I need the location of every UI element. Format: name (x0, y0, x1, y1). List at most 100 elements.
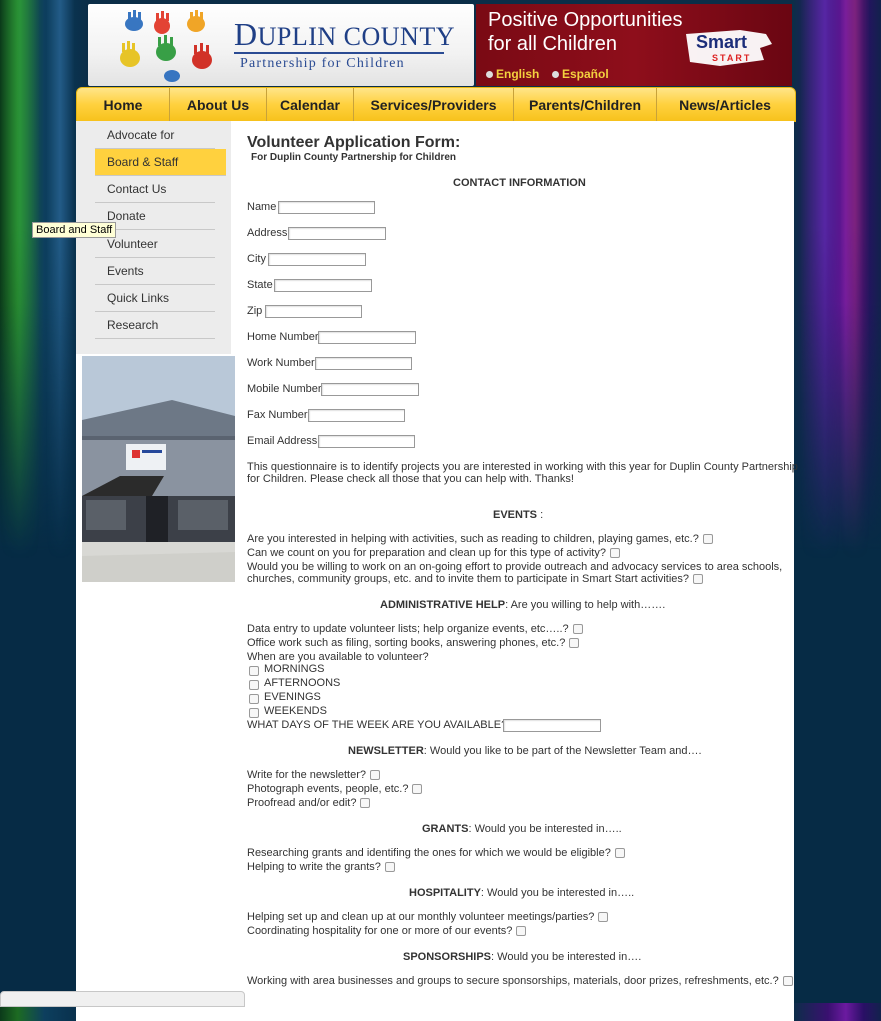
state-input[interactable] (274, 279, 372, 292)
newsletter-q2-checkbox[interactable] (412, 784, 423, 795)
lang-espanol-link[interactable]: Español (552, 67, 609, 81)
bullet-icon (486, 71, 493, 79)
email-input[interactable] (318, 435, 415, 448)
nav-parents-children[interactable]: Parents/Children (514, 88, 657, 121)
smart-word: Smart (696, 32, 747, 52)
afternoons-checkbox[interactable] (249, 680, 259, 690)
grants-q2-checkbox[interactable] (384, 862, 395, 873)
sidebar-item-label: Research (107, 318, 159, 332)
contact-heading: CONTACT INFORMATION (453, 177, 586, 189)
building-photo (82, 356, 235, 582)
sidebar-item-label: Events (107, 264, 144, 278)
hospitality-heading: HOSPITALITY (409, 887, 481, 899)
hospitality-heading-row: HOSPITALITY: Would you be interested in…… (409, 887, 634, 899)
logo-subtitle: Partnership for Children (240, 56, 405, 71)
weekends-label: WEEKENDS (264, 705, 327, 717)
sidebar-item-label: Contact Us (107, 182, 167, 196)
zip-label: Zip (247, 305, 263, 317)
form-title: Volunteer Application Form: (247, 134, 461, 151)
events-q1-row: Are you interested in helping with activ… (247, 533, 713, 545)
sidebar-item-research[interactable]: Research (95, 312, 215, 339)
admin-q1-row: Data entry to update volunteer lists; he… (247, 623, 583, 635)
hospitality-q2-row: Coordinating hospitality for one or more… (247, 925, 527, 937)
zip-input[interactable] (265, 305, 362, 318)
name-label: Name (247, 201, 277, 213)
admin-heading: ADMINISTRATIVE HELP (380, 599, 506, 611)
smart-start-logo-icon: Smart START (686, 30, 772, 66)
status-bar (0, 991, 245, 1007)
sidebar-item-events[interactable]: Events (95, 258, 215, 285)
events-q3-line-1: Would you be willing to work on an on-go… (247, 561, 783, 573)
nav-about-us[interactable]: About Us (170, 88, 267, 121)
main-nav: Home About Us Calendar Services/Provider… (76, 87, 796, 122)
nav-services-providers[interactable]: Services/Providers (354, 88, 514, 121)
events-heading: EVENTS (493, 509, 538, 521)
sidebar-item-advocate[interactable]: Advocate for Children (95, 122, 215, 168)
grants-q1-checkbox[interactable] (614, 848, 625, 859)
sponsorships-heading-row: SPONSORSHIPS: Would you be interested in… (403, 951, 641, 963)
home-number-input[interactable] (318, 331, 416, 344)
events-heading-row: EVENTS : (493, 509, 543, 521)
events-q3-label: churches, community groups, etc. and to … (247, 573, 690, 585)
logo-title-rest: UPLIN COUNTY (257, 22, 455, 51)
address-input[interactable] (288, 227, 386, 240)
newsletter-q2-row: Photograph events, people, etc.? (247, 783, 423, 795)
mornings-checkbox[interactable] (249, 666, 259, 676)
lang-english-link[interactable]: English (486, 67, 539, 81)
mobile-number-input[interactable] (321, 383, 419, 396)
newsletter-heading-suffix: : Would you like to be part of the Newsl… (423, 745, 702, 757)
fax-number-label: Fax Number (247, 409, 308, 421)
bullet-icon (552, 71, 559, 79)
city-input[interactable] (268, 253, 366, 266)
tagline-line-2: for all Children (488, 33, 617, 55)
days-input[interactable] (503, 719, 601, 732)
work-number-input[interactable] (315, 357, 412, 370)
sidebar-item-quick-links[interactable]: Quick Links (95, 285, 215, 312)
email-label: Email Address (247, 435, 318, 447)
admin-q3-label: When are you available to volunteer? (247, 651, 429, 663)
intro-line-2: for Children. Please check all those tha… (247, 473, 574, 485)
hospitality-q1-row: Helping set up and clean up at our month… (247, 911, 609, 923)
name-input[interactable] (278, 201, 375, 214)
newsletter-heading-row: NEWSLETTER: Would you like to be part of… (348, 745, 702, 757)
hospitality-q2-label: Coordinating hospitality for one or more… (247, 925, 513, 937)
grants-q2-label: Helping to write the grants? (247, 861, 381, 873)
newsletter-q2-label: Photograph events, people, etc.? (247, 783, 409, 795)
days-label: WHAT DAYS OF THE WEEK ARE YOU AVAILABLE? (247, 719, 508, 731)
evenings-checkbox[interactable] (249, 694, 259, 704)
grants-heading-suffix: : Would you be interested in….. (468, 823, 622, 835)
newsletter-q3-checkbox[interactable] (360, 798, 371, 809)
nav-home[interactable]: Home (77, 88, 170, 121)
events-q2-checkbox[interactable] (609, 548, 620, 559)
nav-calendar[interactable]: Calendar (267, 88, 354, 121)
admin-q2-label: Office work such as filing, sorting book… (247, 637, 566, 649)
mornings-label: MORNINGS (264, 663, 325, 675)
tooltip: Board and Staff (32, 222, 117, 238)
admin-q1-checkbox[interactable] (572, 624, 583, 635)
logo-banner[interactable]: DUPLIN COUNTY Partnership for Children (88, 4, 474, 86)
admin-q2-checkbox[interactable] (569, 638, 580, 649)
grants-heading-row: GRANTS: Would you be interested in….. (422, 823, 622, 835)
events-q1-checkbox[interactable] (702, 534, 713, 545)
sidebar-item-label: Board & Staff (107, 155, 179, 169)
fax-number-input[interactable] (308, 409, 405, 422)
sidebar-item-label: Volunteer (107, 237, 158, 251)
newsletter-q1-row: Write for the newsletter? (247, 769, 381, 781)
sidebar-item-contact[interactable]: Contact Us (95, 176, 215, 203)
newsletter-q1-checkbox[interactable] (370, 770, 381, 781)
sidebar-item-board-staff[interactable]: Board & Staff (95, 149, 226, 176)
afternoons-label: AFTERNOONS (264, 677, 341, 689)
hospitality-q1-checkbox[interactable] (598, 912, 609, 923)
logo-title-initial: D (234, 16, 258, 52)
events-q3-checkbox[interactable] (693, 574, 704, 585)
sponsorships-q1-checkbox[interactable] (782, 976, 793, 987)
hospitality-q2-checkbox[interactable] (516, 926, 527, 937)
newsletter-q3-label: Proofread and/or edit? (247, 797, 357, 809)
logo-title: DUPLIN COUNTY (234, 16, 455, 53)
weekends-checkbox[interactable] (249, 708, 259, 718)
nav-news-articles[interactable]: News/Articles (657, 88, 793, 121)
admin-q2-row: Office work such as filing, sorting book… (247, 637, 580, 649)
sponsorships-heading: SPONSORSHIPS (403, 951, 492, 963)
admin-heading-row: ADMINISTRATIVE HELP: Are you willing to … (380, 599, 665, 611)
events-q1-label: Are you interested in helping with activ… (247, 533, 699, 545)
